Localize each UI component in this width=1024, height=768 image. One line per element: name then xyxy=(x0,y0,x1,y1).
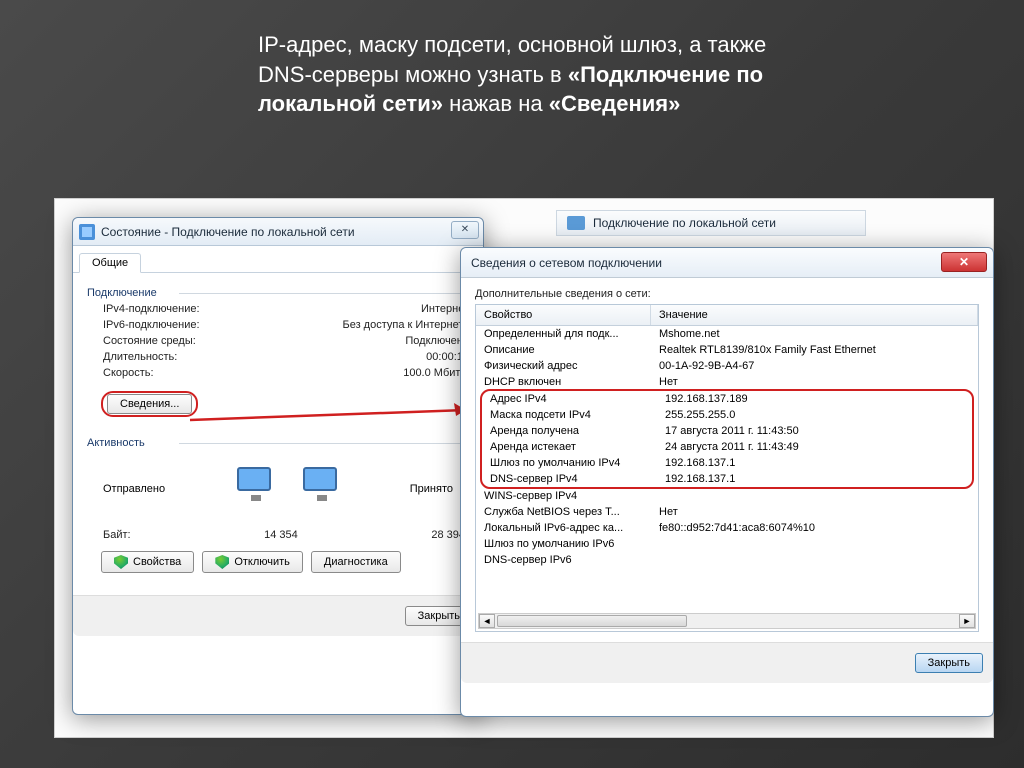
details-titlebar[interactable]: Сведения о сетевом подключении ✕ xyxy=(461,248,993,278)
table-row[interactable]: Служба NetBIOS через T...Нет xyxy=(476,504,978,520)
cell-value: Realtek RTL8139/810x Family Fast Etherne… xyxy=(651,343,978,357)
cell-value xyxy=(651,553,978,567)
table-row[interactable]: Адрес IPv4192.168.137.189 xyxy=(482,391,972,407)
status-tabbar: Общие xyxy=(73,246,483,273)
details-table: Свойство Значение Определенный для подк.… xyxy=(475,304,979,632)
network-adapter-icon xyxy=(567,216,585,230)
properties-button[interactable]: Свойства xyxy=(101,551,194,573)
table-row[interactable]: DHCP включенНет xyxy=(476,374,978,390)
cell-value: Нет xyxy=(651,375,978,389)
table-row[interactable]: Шлюз по умолчанию IPv6 xyxy=(476,536,978,552)
status-window: Состояние - Подключение по локальной сет… xyxy=(72,217,484,715)
cell-value: 17 августа 2011 г. 11:43:50 xyxy=(657,424,972,438)
cell-property: Локальный IPv6-адрес ка... xyxy=(476,521,651,535)
cell-property: Описание xyxy=(476,343,651,357)
cell-property: DNS-сервер IPv4 xyxy=(482,472,657,486)
connection-row: Скорость:100.0 Мбит/с xyxy=(87,365,469,381)
table-row[interactable]: Аренда получена17 августа 2011 г. 11:43:… xyxy=(482,423,972,439)
group-connection: Подключение xyxy=(87,287,469,299)
table-row[interactable]: DNS-сервер IPv6 xyxy=(476,552,978,568)
row-key: IPv4-подключение: xyxy=(103,303,200,315)
cell-property: Шлюз по умолчанию IPv6 xyxy=(476,537,651,551)
details-button-highlight: Сведения... xyxy=(101,391,198,417)
recv-label: Принято xyxy=(410,483,453,495)
table-row[interactable]: Маска подсети IPv4255.255.255.0 xyxy=(482,407,972,423)
status-titlebar[interactable]: Состояние - Подключение по локальной сет… xyxy=(73,218,483,246)
close-button[interactable]: ✕ xyxy=(941,252,987,272)
row-key: IPv6-подключение: xyxy=(103,319,200,331)
group-activity: Активность xyxy=(87,437,469,449)
activity-icon xyxy=(237,459,337,519)
row-key: Длительность: xyxy=(103,351,177,363)
row-value: Без доступа к Интернету xyxy=(342,319,469,331)
disable-button[interactable]: Отключить xyxy=(202,551,303,573)
adapter-badge[interactable]: Подключение по локальной сети xyxy=(556,210,866,236)
cell-property: Аренда истекает xyxy=(482,440,657,454)
shield-icon xyxy=(114,555,128,569)
col-value[interactable]: Значение xyxy=(651,305,978,325)
table-row[interactable]: Шлюз по умолчанию IPv4192.168.137.1 xyxy=(482,455,972,471)
bytes-label: Байт: xyxy=(103,529,131,541)
close-icon[interactable]: ✕ xyxy=(451,221,479,239)
table-row[interactable]: Физический адрес00-1A-92-9B-A4-67 xyxy=(476,358,978,374)
connection-row: IPv6-подключение: Без доступа к Интернету xyxy=(87,317,469,333)
cell-value: fe80::d952:7d41:aca8:6074%10 xyxy=(651,521,978,535)
tab-general[interactable]: Общие xyxy=(79,253,141,273)
table-row[interactable]: Аренда истекает24 августа 2011 г. 11:43:… xyxy=(482,439,972,455)
details-button[interactable]: Сведения... xyxy=(107,394,192,414)
connection-row: IPv4-подключение:Интернет xyxy=(87,301,469,317)
row-key: Скорость: xyxy=(103,367,154,379)
cell-value: Mshome.net xyxy=(651,327,978,341)
connection-row: Длительность:00:00:16 xyxy=(87,349,469,365)
connection-row: Состояние среды:Подключено xyxy=(87,333,469,349)
table-row[interactable]: WINS-сервер IPv4 xyxy=(476,488,978,504)
cell-property: Маска подсети IPv4 xyxy=(482,408,657,422)
sent-label: Отправлено xyxy=(103,483,165,495)
table-row[interactable]: DNS-сервер IPv4192.168.137.1 xyxy=(482,471,972,487)
cell-value: 24 августа 2011 г. 11:43:49 xyxy=(657,440,972,454)
col-property[interactable]: Свойство xyxy=(476,305,651,325)
highlighted-rows: Адрес IPv4192.168.137.189Маска подсети I… xyxy=(480,389,974,489)
cell-property: Физический адрес xyxy=(476,359,651,373)
cell-value xyxy=(651,537,978,551)
cell-property: WINS-сервер IPv4 xyxy=(476,489,651,503)
network-icon xyxy=(79,224,95,240)
cell-property: Служба NetBIOS через T... xyxy=(476,505,651,519)
horizontal-scrollbar[interactable]: ◄ ► xyxy=(478,613,976,629)
cell-property: DNS-сервер IPv6 xyxy=(476,553,651,567)
table-row[interactable]: Определенный для подк...Mshome.net xyxy=(476,326,978,342)
scroll-right-icon[interactable]: ► xyxy=(959,614,975,628)
details-title: Сведения о сетевом подключении xyxy=(471,256,662,270)
cell-value xyxy=(651,489,978,503)
scroll-left-icon[interactable]: ◄ xyxy=(479,614,495,628)
diagnose-button[interactable]: Диагностика xyxy=(311,551,401,573)
table-row[interactable]: ОписаниеRealtek RTL8139/810x Family Fast… xyxy=(476,342,978,358)
cell-value: 192.168.137.1 xyxy=(657,456,972,470)
table-header[interactable]: Свойство Значение xyxy=(476,305,978,326)
bytes-sent: 14 354 xyxy=(131,529,432,541)
shield-icon xyxy=(215,555,229,569)
cell-property: Шлюз по умолчанию IPv4 xyxy=(482,456,657,470)
details-subtitle: Дополнительные сведения о сети: xyxy=(475,288,979,300)
scroll-thumb[interactable] xyxy=(497,615,687,627)
cell-value: 192.168.137.189 xyxy=(657,392,972,406)
cell-property: Аренда получена xyxy=(482,424,657,438)
cell-property: Адрес IPv4 xyxy=(482,392,657,406)
status-title: Состояние - Подключение по локальной сет… xyxy=(101,225,355,239)
cell-property: Определенный для подк... xyxy=(476,327,651,341)
cell-value: 255.255.255.0 xyxy=(657,408,972,422)
row-key: Состояние среды: xyxy=(103,335,196,347)
details-window: Сведения о сетевом подключении ✕ Дополни… xyxy=(460,247,994,717)
cell-property: DHCP включен xyxy=(476,375,651,389)
slide-caption: IP-адрес, маску подсети, основной шлюз, … xyxy=(258,30,798,119)
cell-value: 192.168.137.1 xyxy=(657,472,972,486)
details-close-button[interactable]: Закрыть xyxy=(915,653,983,673)
table-row[interactable]: Локальный IPv6-адрес ка...fe80::d952:7d4… xyxy=(476,520,978,536)
adapter-label: Подключение по локальной сети xyxy=(593,216,776,230)
cell-value: Нет xyxy=(651,505,978,519)
cell-value: 00-1A-92-9B-A4-67 xyxy=(651,359,978,373)
